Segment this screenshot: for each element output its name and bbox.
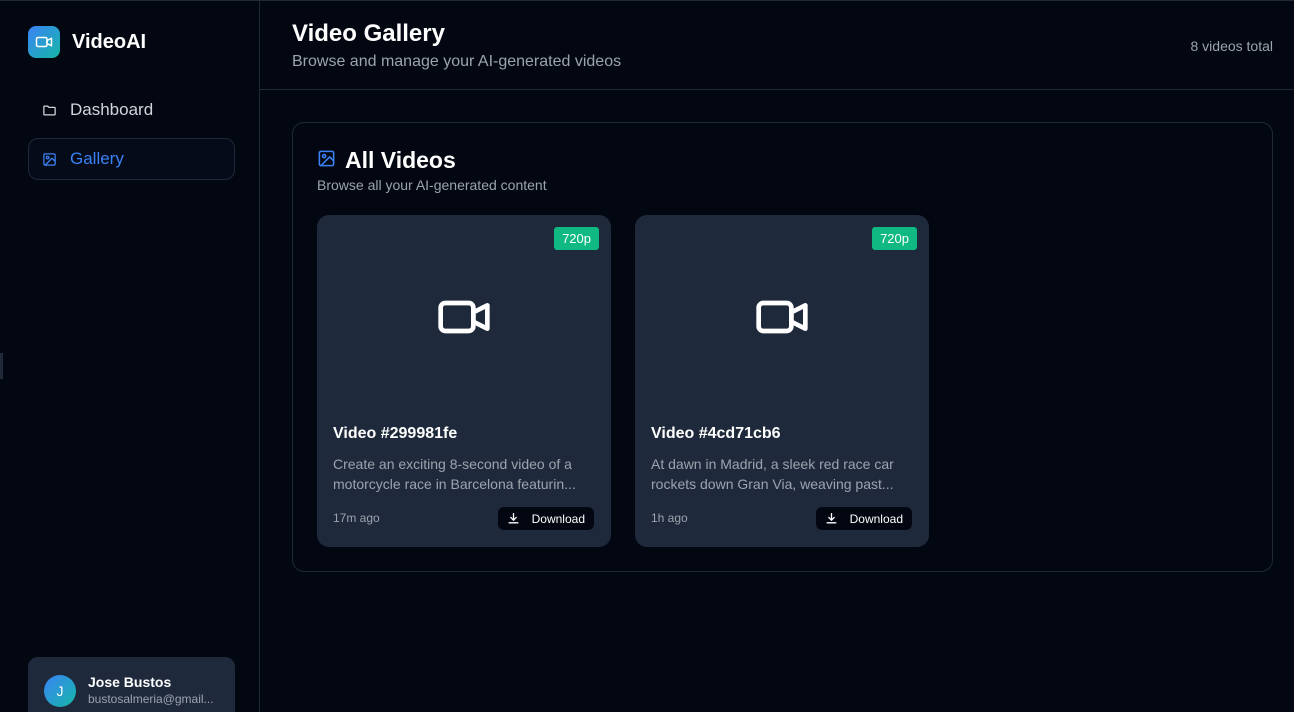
download-button[interactable]: Download xyxy=(815,507,912,530)
resolution-badge: 720p xyxy=(554,227,599,250)
sidebar-nav: Dashboard Gallery xyxy=(28,89,235,187)
video-description-line: motorcycle race in Barcelona featurin... xyxy=(333,476,576,492)
user-profile-card[interactable]: J Jose Bustos bustosalmeria@gmail... xyxy=(28,657,235,712)
page-title: Video Gallery xyxy=(292,20,445,47)
page-header: Video Gallery Browse and manage your AI-… xyxy=(260,0,1294,90)
download-button[interactable]: Download xyxy=(497,507,594,530)
app-root: VideoAI Dashboard Gallery J Jose Bustos … xyxy=(0,0,1294,712)
user-email: bustosalmeria@gmail... xyxy=(88,692,214,706)
video-grid: 720p Video #299981fe Create an exciting … xyxy=(317,215,953,547)
all-videos-panel: All Videos Browse all your AI-generated … xyxy=(292,122,1273,572)
sidebar: VideoAI Dashboard Gallery J Jose Bustos … xyxy=(0,0,260,712)
video-description-line: rockets down Gran Via, weaving past... xyxy=(651,476,894,492)
page-subtitle: Browse and manage your AI-generated vide… xyxy=(292,53,622,70)
video-timestamp: 1h ago xyxy=(651,511,688,525)
sidebar-item-label: Dashboard xyxy=(70,100,154,119)
main-content: Video Gallery Browse and manage your AI-… xyxy=(260,0,1294,712)
sidebar-item-label: Gallery xyxy=(70,149,124,168)
video-description-line: Create an exciting 8-second video of a xyxy=(333,456,572,472)
video-camera-icon xyxy=(28,26,60,58)
video-description: Create an exciting 8-second video of a m… xyxy=(333,454,595,494)
sidebar-item-dashboard[interactable]: Dashboard xyxy=(28,89,235,131)
video-card[interactable]: 720p Video #4cd71cb6 At dawn in Madrid, … xyxy=(635,215,929,547)
video-description: At dawn in Madrid, a sleek red race car … xyxy=(651,454,913,494)
video-title: Video #299981fe xyxy=(333,425,458,442)
video-timestamp: 17m ago xyxy=(333,511,380,525)
avatar: J xyxy=(44,675,76,707)
folder-icon xyxy=(41,102,57,118)
image-icon xyxy=(317,149,336,173)
user-name: Jose Bustos xyxy=(88,674,172,690)
user-info: Jose Bustos bustosalmeria@gmail... xyxy=(88,674,223,707)
download-icon xyxy=(825,512,838,525)
video-camera-icon xyxy=(754,289,810,350)
download-icon xyxy=(507,512,520,525)
video-count: 8 videos total xyxy=(1190,38,1274,54)
sidebar-resize-handle[interactable] xyxy=(0,353,3,379)
sidebar-item-gallery[interactable]: Gallery xyxy=(28,138,235,180)
resolution-badge: 720p xyxy=(872,227,917,250)
download-label: Download xyxy=(531,511,585,526)
panel-subtitle: Browse all your AI-generated content xyxy=(317,177,547,193)
video-camera-icon xyxy=(436,289,492,350)
video-description-line: At dawn in Madrid, a sleek red race car xyxy=(651,456,894,472)
app-name: VideoAI xyxy=(72,30,147,53)
video-card[interactable]: 720p Video #299981fe Create an exciting … xyxy=(317,215,611,547)
panel-title-row: All Videos xyxy=(317,147,547,174)
panel-header: All Videos Browse all your AI-generated … xyxy=(317,147,547,193)
panel-title: All Videos xyxy=(345,147,456,173)
image-icon xyxy=(41,151,57,167)
video-title: Video #4cd71cb6 xyxy=(651,425,781,442)
logo[interactable]: VideoAI xyxy=(28,26,146,58)
download-label: Download xyxy=(849,511,903,526)
